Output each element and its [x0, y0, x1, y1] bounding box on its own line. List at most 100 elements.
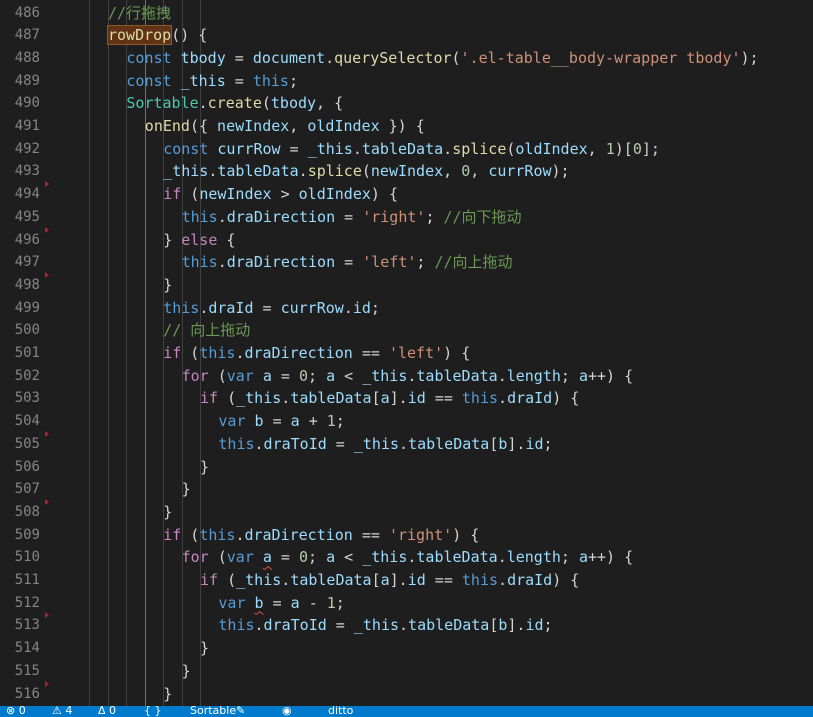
code-token: //行拖拽: [108, 3, 172, 22]
code-token: }: [163, 275, 173, 294]
code-token: .: [217, 207, 227, 226]
code-token: for: [181, 548, 209, 567]
status-item[interactable]: ◉: [282, 706, 292, 717]
code-line[interactable]: 502 for (var a = 0; a < _this.tableData.l…: [0, 365, 813, 388]
code-line[interactable]: 491 onEnd({ newIndex, oldIndex }) {: [0, 115, 813, 138]
gutter-marker-icon: [45, 498, 49, 505]
code-line[interactable]: 509 if (this.draDirection == 'right') {: [0, 524, 813, 547]
code-line[interactable]: 490 Sortable.create(tbody, {: [0, 92, 813, 115]
code-line[interactable]: 512 var b = a - 1;: [0, 592, 813, 615]
code-line[interactable]: 500 // 向上拖动: [0, 319, 813, 342]
code-line[interactable]: 513 this.draToId = _this.tableData[b].id;: [0, 612, 813, 637]
code-token: .: [217, 253, 227, 272]
code-line[interactable]: 495 this.draDirection = 'right'; //向下拖动: [0, 206, 813, 229]
code-token: ;: [335, 412, 345, 431]
code-token: tbody: [270, 94, 317, 113]
line-number: 513: [14, 617, 40, 634]
code-line[interactable]: 498}: [0, 271, 813, 297]
status-item[interactable]: { }: [144, 706, 162, 717]
code-line[interactable]: 501 if (this.draDirection == 'left') {: [0, 342, 813, 365]
highlighted-token: rowDrop: [106, 25, 173, 46]
status-item[interactable]: Sortable: [190, 706, 236, 717]
code-token: this: [218, 616, 255, 635]
code-token: 1: [605, 139, 615, 158]
code-line[interactable]: 505 this.draToId = _this.tableData[b].id;: [0, 430, 813, 456]
line-number: 514: [14, 640, 40, 657]
code-token: a: [380, 571, 390, 589]
code-token: tableData: [408, 616, 490, 635]
code-token: (: [181, 344, 200, 362]
status-item[interactable]: ditto: [328, 706, 353, 717]
code-token: }) {: [379, 117, 425, 135]
code-token: =: [280, 139, 308, 158]
code-token: _this: [362, 366, 408, 385]
code-text: }: [200, 456, 209, 479]
gutter-marker-icon: [45, 612, 49, 619]
status-item[interactable]: ⊗ 0: [6, 706, 26, 717]
code-line[interactable]: 514}: [0, 637, 813, 660]
line-number: 515: [14, 662, 40, 679]
code-line[interactable]: 504 var b = a + 1;: [0, 410, 813, 433]
status-item[interactable]: Δ 0: [98, 706, 116, 717]
code-token: .: [343, 298, 353, 317]
status-item[interactable]: ✎: [236, 706, 245, 717]
code-token: this: [461, 571, 499, 589]
code-token: 'left': [388, 344, 444, 362]
code-text: this.draDirection = 'right'; //向下拖动: [182, 206, 522, 229]
code-token: [: [489, 616, 499, 635]
code-line[interactable]: 497 this.draDirection = 'left'; //向上拖动: [0, 251, 813, 274]
code-token: oldIndex: [307, 117, 380, 135]
code-line[interactable]: 510 for (var a = 0; a < _this.tableData.l…: [0, 546, 813, 569]
code-token: tableData: [290, 571, 372, 589]
code-line[interactable]: 492 const currRow = _this.tableData.splic…: [0, 138, 813, 161]
code-line[interactable]: 511 if (_this.tableData[a].id == this.dra…: [0, 569, 813, 592]
code-token: ;: [288, 71, 298, 90]
code-line[interactable]: 508}: [0, 498, 813, 524]
code-token: 0: [299, 548, 309, 567]
code-token: draId: [507, 571, 553, 589]
line-number: 499: [14, 299, 40, 316]
code-token: [: [489, 434, 499, 453]
code-token: =: [263, 412, 291, 431]
code-token: this: [461, 389, 499, 408]
code-token: (: [181, 525, 200, 544]
code-token: const: [163, 139, 218, 158]
code-line[interactable]: 487 rowDrop() {: [0, 24, 813, 47]
code-line[interactable]: 496} else {: [0, 226, 813, 252]
code-text: _this.tableData.splice(newIndex, 0, curr…: [163, 160, 569, 183]
code-line[interactable]: 494 if (newIndex > oldIndex) {: [0, 181, 813, 206]
code-line[interactable]: 493 _this.tableData.splice(newIndex, 0, c…: [0, 160, 813, 183]
code-line[interactable]: 515}: [0, 660, 813, 683]
line-number: 511: [14, 572, 40, 588]
code-token: _this: [236, 571, 282, 589]
code-token: document: [252, 48, 326, 67]
code-line[interactable]: 507}: [0, 478, 813, 501]
code-token: ) {: [552, 389, 580, 408]
code-token: ].: [507, 616, 526, 635]
code-line[interactable]: 488 const tbody = document.querySelector(…: [0, 47, 813, 70]
code-token: (: [261, 94, 271, 113]
code-token: tableData: [408, 434, 490, 453]
line-number: 491: [14, 118, 40, 134]
code-text: var b = a - 1;: [218, 592, 344, 615]
code-line[interactable]: 516}: [0, 680, 813, 706]
code-token: .: [281, 389, 291, 408]
code-token: onEnd: [144, 117, 190, 135]
code-token: _this: [180, 71, 226, 90]
code-token: draDirection: [226, 253, 336, 272]
code-token: currRow: [217, 139, 281, 158]
code-editor[interactable]: 486//行拖拽 487 rowDrop() {488 const tbody = d…: [0, 0, 813, 706]
line-number: 504: [14, 413, 40, 430]
code-token: length: [506, 366, 561, 385]
code-line[interactable]: 499 this.draId = currRow.id;: [0, 297, 813, 320]
code-line[interactable]: 486 //行拖拽: [0, 2, 813, 25]
code-line[interactable]: 506}: [0, 456, 813, 479]
code-token: draDirection: [244, 525, 353, 544]
code-token: =: [271, 366, 299, 385]
code-token: _this: [307, 139, 353, 158]
code-line[interactable]: 503 if (_this.tableData[a].id == this.dra…: [0, 387, 813, 410]
code-line[interactable]: 489 const _this = this;: [0, 70, 813, 93]
status-item[interactable]: ⚠ 4: [52, 706, 72, 717]
code-text: this.draToId = _this.tableData[b].id;: [218, 433, 552, 456]
